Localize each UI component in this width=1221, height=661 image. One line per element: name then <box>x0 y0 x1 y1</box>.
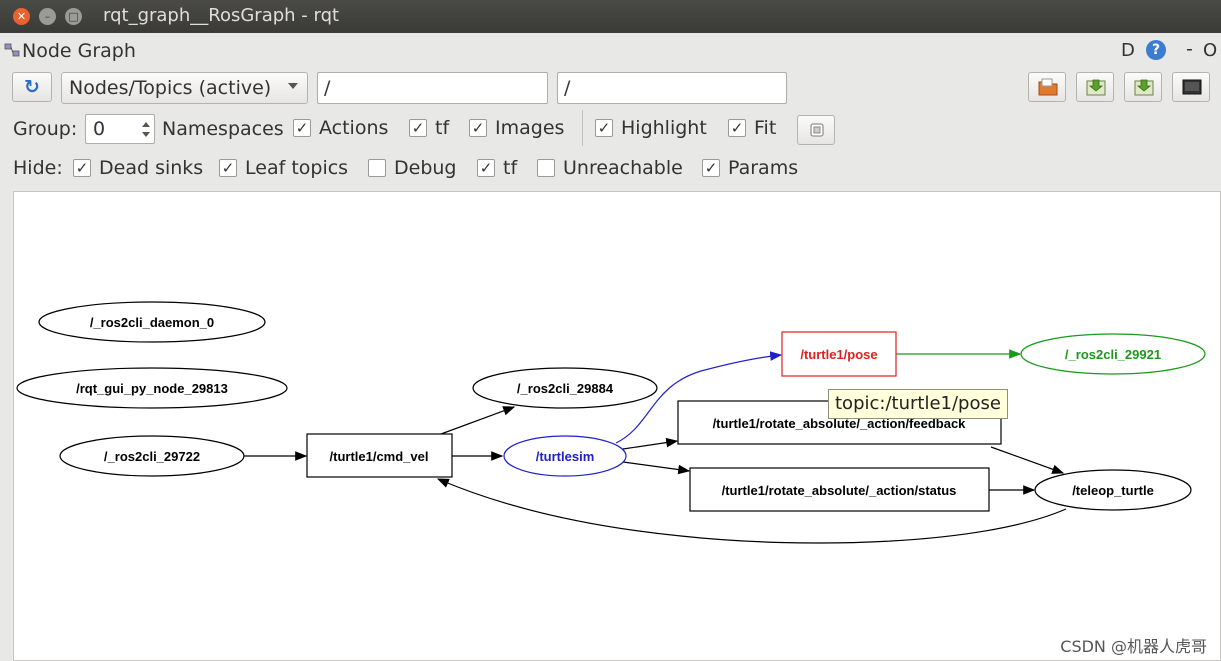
divider <box>582 110 583 146</box>
graph-node-rqt[interactable]: /rqt_gui_py_node_29813 <box>16 367 288 409</box>
panel-title: Node Graph <box>22 40 136 62</box>
load-dot-button[interactable] <box>1028 72 1066 102</box>
spin-up-icon[interactable] <box>142 122 150 127</box>
graph-node-cli29921[interactable]: /_ros2cli_29921 <box>1020 333 1206 375</box>
topic-filter-input[interactable]: / <box>557 72 787 104</box>
node-graph-icon <box>4 43 20 57</box>
graph-node-cli29722[interactable]: /_ros2cli_29722 <box>59 435 245 477</box>
edge-turtlesim-feedback <box>622 437 679 450</box>
watermark: CSDN @机器人虎哥 <box>1060 637 1207 656</box>
fit-label: Fit <box>754 117 777 139</box>
window-title: rqt_graph__RosGraph - rqt <box>103 5 340 26</box>
unreachable-checkbox[interactable] <box>537 159 555 177</box>
folder-icon <box>1038 78 1058 96</box>
hover-tooltip: topic:/turtle1/pose <box>828 389 1008 419</box>
refresh-button[interactable]: ↻ <box>12 72 52 102</box>
graph-node-daemon[interactable]: /_ros2cli_daemon_0 <box>38 301 266 343</box>
chevron-down-icon <box>288 83 298 89</box>
save-svg-button[interactable] <box>1124 72 1162 102</box>
save-dot-icon <box>1086 79 1106 96</box>
close-window-icon[interactable]: ✕ <box>13 8 30 25</box>
dead-sinks-label: Dead sinks <box>99 157 204 179</box>
tf-hide-checkbox[interactable]: ✓ <box>477 159 495 177</box>
node-label: /turtle1/pose <box>800 347 877 362</box>
refresh-icon: ↻ <box>24 76 40 98</box>
dead-sinks-checkbox[interactable]: ✓ <box>73 159 91 177</box>
node-label: /turtle1/rotate_absolute/_action/status <box>722 483 957 498</box>
debug-label: Debug <box>394 157 457 179</box>
mode-select-value: Nodes/Topics (active) <box>69 77 272 99</box>
edge-feedback-teleop <box>990 446 1065 474</box>
node-label: /teleop_turtle <box>1072 483 1154 498</box>
edge-cmdvel-cli29884 <box>440 406 516 435</box>
actions-checkbox[interactable]: ✓ <box>293 119 311 137</box>
highlight-label: Highlight <box>621 117 707 139</box>
fit-view-icon <box>810 123 824 137</box>
actions-label: Actions <box>319 117 389 139</box>
minimize-panel-button[interactable]: - <box>1186 38 1193 60</box>
save-svg-icon <box>1134 79 1154 96</box>
node-label: /rqt_gui_py_node_29813 <box>76 381 228 396</box>
save-dot-button[interactable] <box>1076 72 1114 102</box>
fit-checkbox[interactable]: ✓ <box>728 119 746 137</box>
group-label: Group: <box>13 118 78 140</box>
tf-group-checkbox[interactable]: ✓ <box>409 119 427 137</box>
group-spinbox[interactable]: 0 <box>85 114 155 144</box>
images-label: Images <box>495 117 565 139</box>
images-checkbox[interactable]: ✓ <box>469 119 487 137</box>
save-image-button[interactable] <box>1172 72 1210 102</box>
highlight-checkbox[interactable]: ✓ <box>595 119 613 137</box>
ros-graph: /_ros2cli_daemon_0 /rqt_gui_py_node_2981… <box>16 301 1206 544</box>
node-label: /_ros2cli_daemon_0 <box>90 315 214 330</box>
graph-topic-cmd-vel[interactable]: /turtle1/cmd_vel <box>306 433 453 478</box>
params-checkbox[interactable]: ✓ <box>702 159 720 177</box>
leaf-topics-checkbox[interactable]: ✓ <box>219 159 237 177</box>
mode-select[interactable]: Nodes/Topics (active) <box>61 72 308 104</box>
graph-node-turtlesim[interactable]: /turtlesim <box>503 435 627 477</box>
node-label: /_ros2cli_29921 <box>1065 347 1161 362</box>
node-label: /_ros2cli_29884 <box>517 381 614 396</box>
hide-label: Hide: <box>13 157 63 179</box>
tf-hide-label: tf <box>503 157 518 179</box>
params-label: Params <box>728 157 799 179</box>
leaf-topics-label: Leaf topics <box>245 157 349 179</box>
fit-in-view-button[interactable] <box>797 115 835 145</box>
graph-node-cli29884[interactable]: /_ros2cli_29884 <box>472 367 658 409</box>
maximize-window-icon[interactable]: □ <box>65 8 82 25</box>
debug-checkbox[interactable] <box>368 159 386 177</box>
close-panel-button[interactable]: O <box>1203 40 1217 61</box>
window-titlebar: ✕ – □ rqt_graph__RosGraph - rqt <box>0 0 1221 33</box>
minimize-window-icon[interactable]: – <box>39 8 56 25</box>
node-label: /turtlesim <box>536 449 595 464</box>
node-label: /_ros2cli_29722 <box>104 449 200 464</box>
edge-turtlesim-status <box>622 461 691 475</box>
monitor-icon <box>1182 79 1202 95</box>
node-filter-input[interactable]: / <box>317 72 548 104</box>
graph-topic-pose[interactable]: /turtle1/pose <box>781 331 897 377</box>
namespaces-label: Namespaces <box>162 118 284 140</box>
graph-node-teleop[interactable]: /teleop_turtle <box>1034 469 1192 511</box>
help-icon[interactable]: ? <box>1146 40 1166 60</box>
tf-group-label: tf <box>435 117 450 139</box>
spin-down-icon[interactable] <box>142 132 150 137</box>
node-label: /turtle1/cmd_vel <box>330 449 429 464</box>
dock-toggle[interactable]: D <box>1121 40 1135 61</box>
unreachable-label: Unreachable <box>563 157 683 179</box>
graph-canvas[interactable]: /_ros2cli_daemon_0 /rqt_gui_py_node_2981… <box>13 191 1221 661</box>
graph-topic-status[interactable]: /turtle1/rotate_absolute/_action/status <box>689 467 990 512</box>
group-spinbox-value: 0 <box>93 118 106 140</box>
